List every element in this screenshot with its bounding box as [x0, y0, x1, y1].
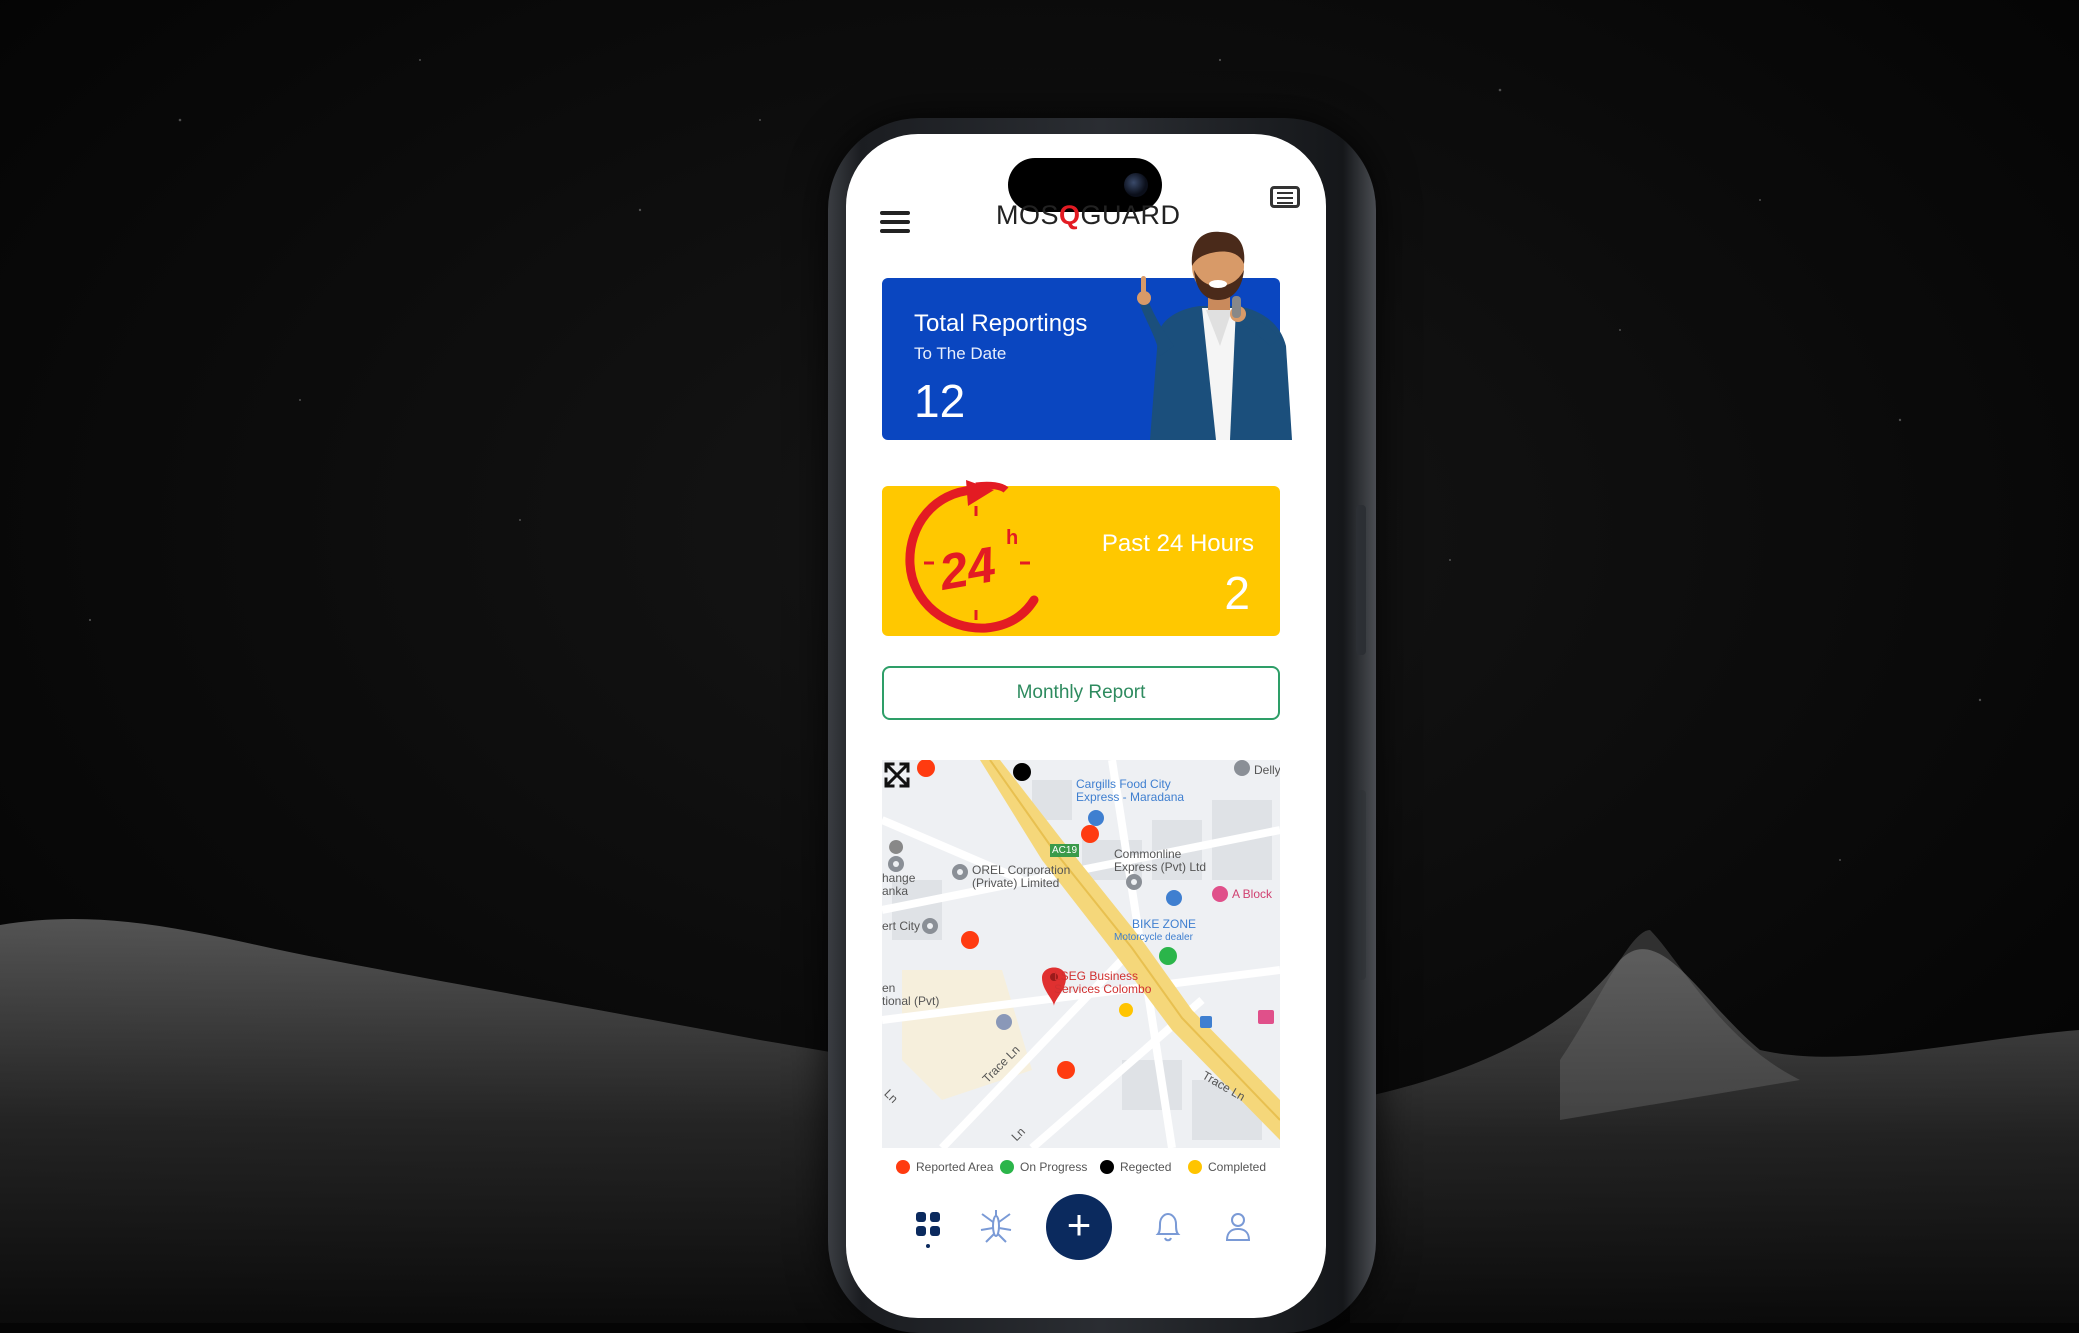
legend-dot-reported — [896, 1160, 910, 1174]
fullscreen-icon[interactable] — [882, 760, 912, 790]
logo-text-left: MOS — [996, 200, 1060, 230]
map-label-lanka: anka — [882, 884, 909, 898]
legend-dot-regected — [1100, 1160, 1114, 1174]
total-reportings-card: Total Reportings To The Date 12 — [882, 231, 1292, 440]
legend-label-reported: Reported Area — [916, 1160, 994, 1174]
map-label-city: ert City — [882, 919, 921, 933]
dashboard-icon[interactable] — [914, 1210, 942, 1250]
legend-label-completed: Completed — [1208, 1160, 1267, 1174]
map-label-cargills-2: Express - Maradana — [1076, 790, 1185, 804]
legend-dot-completed — [1188, 1160, 1202, 1174]
map-label-delly: Delly — [1254, 763, 1280, 777]
map-label-ablock: A Block — [1232, 887, 1273, 901]
map-label-lseg-2: Services Colombo — [1054, 982, 1152, 996]
map-label-bikezone-2: Motorcycle dealer — [1114, 932, 1193, 943]
legend-label-regected: Regected — [1120, 1160, 1172, 1174]
phone-side-button — [1356, 505, 1366, 655]
map-label-tional: tional (Pvt) — [882, 994, 940, 1008]
logo-q-letter: Q — [1059, 200, 1081, 230]
bottom-nav: + — [846, 1184, 1326, 1274]
total-reportings-subtitle: To The Date — [914, 344, 1007, 363]
legend-on-progress: On Progress — [1000, 1160, 1087, 1174]
map-label-commonline-2: Express (Pvt) Ltd — [1114, 860, 1207, 874]
map-legend: Reported Area On Progress Regected Compl… — [896, 1154, 1296, 1178]
clock-h-suffix: h — [1006, 527, 1018, 549]
total-reportings-title: Total Reportings — [914, 310, 1088, 337]
map-label-orel-2: (Private) Limited — [972, 876, 1060, 890]
add-report-button[interactable]: + — [1046, 1194, 1112, 1260]
app-screen: MOSQGUARD Total Reportings To The Date 1… — [846, 134, 1326, 1318]
mosquito-icon[interactable] — [978, 1208, 1014, 1244]
reports-map[interactable]: Cargills Food City Express - Maradana Co… — [882, 760, 1280, 1148]
legend-reported-area: Reported Area — [896, 1160, 993, 1174]
past-24-hours-card: 24 h Past 24 Hours 2 — [882, 480, 1280, 636]
list-icon[interactable] — [1270, 186, 1300, 208]
total-reportings-value: 12 — [914, 375, 966, 427]
menu-icon[interactable] — [880, 208, 910, 238]
camera-icon — [1124, 173, 1148, 197]
user-icon[interactable] — [1224, 1210, 1252, 1244]
legend-label-progress: On Progress — [1020, 1160, 1088, 1174]
phone-side-button-lower — [1358, 790, 1366, 980]
past-24-hours-value: 2 — [1224, 567, 1250, 619]
clock-24h-icon: 24 h — [905, 480, 1039, 633]
legend-dot-progress — [1000, 1160, 1014, 1174]
map-label-bikezone: BIKE ZONE — [1132, 917, 1197, 931]
map-label-road-ac19: AC19 — [1050, 844, 1080, 857]
bell-icon[interactable] — [1154, 1210, 1182, 1244]
monthly-report-button[interactable]: Monthly Report — [882, 666, 1280, 720]
past-24-hours-label: Past 24 Hours — [1101, 530, 1254, 557]
legend-completed: Completed — [1188, 1160, 1266, 1174]
clock-24-number: 24 — [934, 536, 999, 601]
legend-regected: Regected — [1100, 1160, 1171, 1174]
man-illustration — [1137, 231, 1292, 440]
